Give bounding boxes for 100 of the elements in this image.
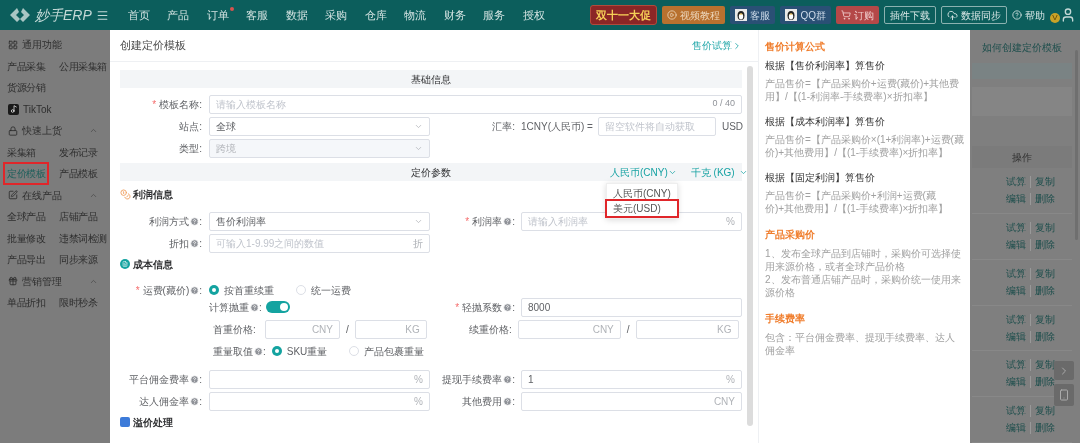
- input-field[interactable]: KG: [354, 319, 427, 339]
- input-field[interactable]: %: [209, 369, 430, 389]
- select-field[interactable]: 全球: [209, 116, 430, 136]
- chat-button[interactable]: 客服: [730, 6, 776, 24]
- help-icon[interactable]: [250, 302, 259, 312]
- input-field[interactable]: CNY: [517, 319, 621, 339]
- action-link[interactable]: 试算: [1006, 359, 1030, 372]
- nav-item[interactable]: 仓库: [356, 6, 396, 24]
- sidebar-item[interactable]: 同步来源: [57, 250, 99, 270]
- action-link[interactable]: 删除: [1030, 238, 1055, 251]
- radio-option[interactable]: 按首重续重: [209, 282, 274, 298]
- nav-item[interactable]: 授权: [514, 6, 554, 24]
- action-link[interactable]: 编辑: [1006, 422, 1030, 435]
- help-icon[interactable]: [503, 374, 513, 384]
- radio-option[interactable]: 统一运费: [296, 282, 351, 298]
- expand-button[interactable]: [1054, 361, 1074, 380]
- data-sync-button[interactable]: 数据同步: [941, 6, 1007, 24]
- sidebar-item[interactable]: 批量修改: [5, 228, 47, 248]
- nav-item[interactable]: 客服: [237, 6, 277, 24]
- help-icon: [1012, 10, 1022, 20]
- action-link[interactable]: 复制: [1030, 176, 1055, 189]
- help-link[interactable]: 如何创建定价模板: [972, 40, 1072, 55]
- action-link[interactable]: 试算: [1006, 313, 1030, 326]
- input-field[interactable]: KG: [635, 319, 739, 339]
- select-field[interactable]: 售价利润率: [209, 211, 430, 231]
- radio-option[interactable]: 产品包裹重量: [349, 343, 425, 359]
- sidebar-item[interactable]: 公用采集箱: [57, 56, 109, 76]
- sidebar-item[interactable]: 货源分销: [5, 78, 47, 98]
- nav-item[interactable]: 服务: [474, 6, 514, 24]
- action-link[interactable]: 编辑: [1006, 284, 1030, 297]
- action-link[interactable]: 删除: [1030, 422, 1055, 435]
- price-trial-link[interactable]: 售价试算: [692, 38, 742, 53]
- mobile-button[interactable]: [1054, 384, 1074, 406]
- chat-button[interactable]: QQ群: [780, 6, 831, 24]
- sidebar-item[interactable]: 产品导出: [5, 250, 47, 270]
- input-field[interactable]: 8000: [521, 297, 742, 317]
- help-button[interactable]: 帮助: [1012, 7, 1045, 23]
- nav-item[interactable]: 物流: [395, 6, 435, 24]
- help-icon[interactable]: [190, 396, 200, 406]
- action-link[interactable]: 复制: [1030, 405, 1055, 418]
- help-icon[interactable]: [503, 302, 513, 312]
- action-link[interactable]: 编辑: [1006, 193, 1030, 206]
- scrollbar[interactable]: [747, 66, 753, 426]
- input-field[interactable]: CNY: [521, 391, 742, 411]
- action-link[interactable]: 删除: [1030, 284, 1055, 297]
- plugin-download-button[interactable]: 插件下载: [884, 6, 936, 24]
- nav-item[interactable]: 采购: [316, 6, 356, 24]
- action-link[interactable]: 复制: [1030, 221, 1055, 234]
- panel-title: 售价计算公式: [765, 40, 826, 54]
- action-link[interactable]: 删除: [1030, 193, 1055, 206]
- sidebar-item[interactable]: 单品折扣: [5, 293, 47, 313]
- action-link[interactable]: 试算: [1006, 221, 1030, 234]
- help-icon[interactable]: [190, 285, 200, 295]
- input-field[interactable]: CNY: [265, 319, 340, 339]
- menu-option[interactable]: 人民币(CNY): [607, 185, 677, 201]
- nav-item[interactable]: 产品: [158, 6, 198, 24]
- radio-option[interactable]: SKU重量: [271, 343, 328, 359]
- action-link[interactable]: 试算: [1006, 405, 1030, 418]
- help-icon[interactable]: [190, 374, 200, 384]
- sidebar-item[interactable]: 全球产品: [5, 207, 47, 227]
- radio-icon[interactable]: [209, 285, 219, 295]
- video-tutorial-button[interactable]: 视频教程: [662, 6, 726, 24]
- sidebar-item[interactable]: 发布记录: [57, 142, 99, 162]
- input-field[interactable]: 1 %: [521, 369, 742, 389]
- unit-select[interactable]: 千克 (KG): [690, 164, 748, 180]
- sidebar-item[interactable]: 产品采集: [5, 56, 47, 76]
- sidebar-item[interactable]: 产品模板: [57, 164, 99, 184]
- order-button[interactable]: 订购: [836, 6, 879, 24]
- currency-select[interactable]: 人民币(CNY): [610, 164, 677, 180]
- help-icon[interactable]: [503, 396, 513, 406]
- radio-icon[interactable]: [296, 285, 306, 295]
- action-link[interactable]: 编辑: [1006, 376, 1030, 389]
- action-link[interactable]: 试算: [1006, 176, 1030, 189]
- toggle-switch[interactable]: [265, 301, 290, 313]
- avatar-icon[interactable]: [1060, 7, 1076, 23]
- action-link[interactable]: 试算: [1006, 267, 1030, 280]
- help-icon[interactable]: [190, 216, 200, 226]
- action-link[interactable]: 编辑: [1006, 238, 1030, 251]
- action-link[interactable]: 删除: [1030, 330, 1055, 343]
- help-icon[interactable]: [503, 216, 513, 226]
- sidebar-item[interactable]: 违禁词检测: [57, 228, 109, 248]
- nav-item[interactable]: 数据: [277, 6, 317, 24]
- help-icon[interactable]: [190, 238, 200, 248]
- nav-item[interactable]: 首页: [119, 6, 159, 24]
- sidebar-item[interactable]: 定价模板: [5, 164, 47, 184]
- sidebar-item[interactable]: 店铺产品: [57, 207, 99, 227]
- input-field[interactable]: %: [209, 391, 430, 411]
- action-link[interactable]: 编辑: [1006, 330, 1030, 343]
- field-label: 提现手续费率: [442, 372, 503, 387]
- promo-badge[interactable]: 双十一大促: [590, 5, 658, 25]
- nav-item[interactable]: 订单: [198, 6, 238, 24]
- action-link[interactable]: 复制: [1030, 313, 1055, 326]
- nav-item[interactable]: 财务: [435, 6, 475, 24]
- sidebar-item[interactable]: 采集箱: [5, 142, 38, 162]
- action-link[interactable]: 复制: [1030, 267, 1055, 280]
- radio-icon[interactable]: [271, 346, 282, 356]
- menu-icon[interactable]: [96, 8, 109, 22]
- sidebar-item[interactable]: 限时秒杀: [57, 293, 99, 313]
- help-icon[interactable]: [254, 346, 263, 356]
- radio-icon[interactable]: [349, 346, 360, 356]
